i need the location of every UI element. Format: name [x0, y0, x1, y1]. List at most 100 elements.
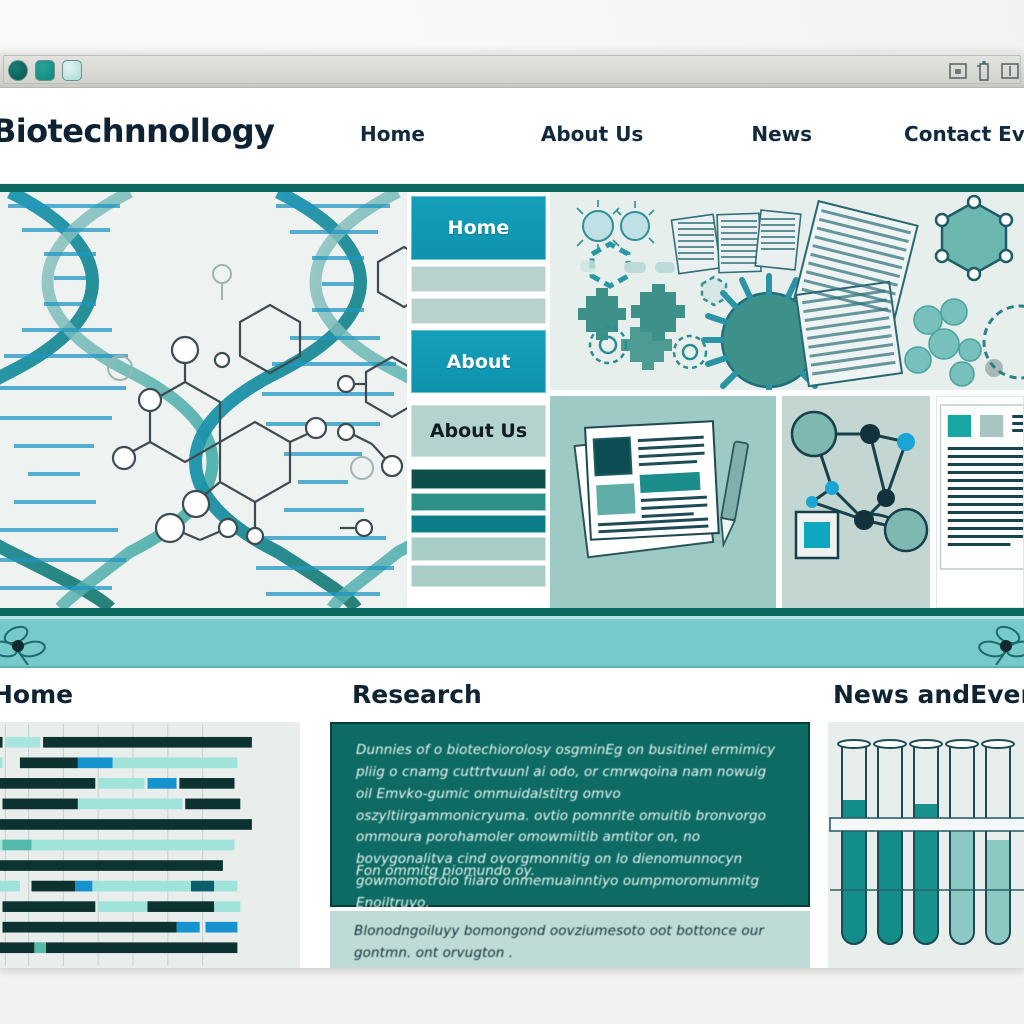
gantt-gel-bars-chart [0, 724, 252, 966]
site-header: Biotechnnollogy Home About Us News Conta… [0, 88, 1024, 184]
chart-bar-segment [176, 921, 200, 933]
chart-bar-segment [0, 880, 20, 892]
network-graph-tile [782, 396, 930, 608]
chart-bar-segment [98, 778, 145, 789]
hero-banner: Home About About Us [0, 184, 1024, 616]
hero-menu-about-button[interactable]: About [411, 330, 546, 393]
hero-menu-about-us-button[interactable]: About Us [411, 405, 546, 457]
hero-menu-bar-2 [411, 298, 546, 324]
chart-bar-segment [46, 942, 238, 954]
chart-bar-segment [0, 860, 223, 871]
research-dark-box: Dunnies of o biotechiorolosy osgminEg on… [330, 722, 810, 911]
chart-bar-segment [2, 921, 177, 933]
chart-bar-segment [0, 778, 96, 789]
chart-bar-segment [0, 757, 3, 769]
chart-bar-segment [0, 942, 35, 954]
network-graph-icon [790, 410, 929, 560]
hero-menu-home-button[interactable]: Home [411, 196, 546, 260]
dna-double-helix-icon [0, 192, 407, 608]
chart-bar-segment [2, 839, 32, 851]
molecule-icon-left [0, 625, 46, 665]
titlebar-inner [3, 55, 1021, 84]
hero-menu-bar-3 [411, 469, 546, 489]
chart-bar-segment [0, 819, 252, 830]
window-button-maximize[interactable] [62, 60, 82, 81]
info-icon[interactable] [977, 60, 991, 82]
window-button-minimize[interactable] [35, 60, 55, 81]
chart-bar-segment [31, 839, 235, 851]
hero-menu-bar-6 [411, 537, 546, 561]
nav-item-contact[interactable]: Contact EveS [904, 122, 1024, 146]
research-panel: Dunnies of o biotechiorolosy osgminEg on… [328, 722, 812, 968]
research-paragraph-1: Dunnies of o biotechiorolosy osgminEg on… [356, 742, 776, 912]
news-tubes-panel [828, 722, 1024, 968]
hero-menu-bar-4 [411, 493, 546, 511]
hero-inner: Home About About Us [0, 192, 1024, 608]
chart-bar-segment [179, 778, 235, 789]
microscopy-specimens-panel [550, 192, 1024, 390]
chart-bar-segment [0, 839, 3, 851]
window-controls [8, 60, 82, 81]
window-button-close[interactable] [8, 60, 28, 81]
chart-bar-segment [75, 880, 93, 892]
chart-bar-segment [77, 798, 183, 810]
chart-bar-segment [112, 757, 238, 769]
chart-bar-segment [92, 880, 191, 892]
hero-mosaic-bottom [550, 390, 1024, 608]
section-divider [0, 616, 1024, 668]
home-chart-panel [0, 722, 300, 968]
chart-bar-segment [98, 901, 148, 912]
chart-bar-segment [2, 901, 96, 912]
test-tube [945, 739, 979, 945]
test-tube-rack-icon [829, 739, 1024, 945]
test-tube [909, 739, 943, 945]
browser-window: Biotechnnollogy Home About Us News Conta… [0, 52, 1024, 968]
chart-bar-segment [2, 798, 78, 810]
column-title-research: Research [352, 680, 482, 709]
titlebar-toolbar [948, 60, 1020, 82]
hero-mosaic [550, 192, 1024, 608]
nav-item-news[interactable]: News [751, 122, 812, 146]
nav-item-home[interactable]: Home [360, 122, 425, 146]
chart-bar-segment [77, 757, 113, 769]
chart-bar-segment [34, 942, 46, 954]
panel-icon[interactable] [1000, 61, 1020, 81]
content-columns: Home Research News andEvents Dunnies of … [0, 668, 1024, 968]
document-page-icon [939, 404, 1023, 570]
chart-bar-segment [147, 778, 177, 789]
screenshot-root: Biotechnnollogy Home About Us News Conta… [0, 0, 1024, 1024]
hero-menu-column: Home About About Us [407, 192, 550, 608]
research-papers-tile [550, 396, 776, 608]
hero-menu-bar-1 [411, 266, 546, 292]
research-light-box: Blonodngoiluyy bomongond oovziumesoto oo… [330, 911, 810, 968]
hero-menu-bar-5 [411, 515, 546, 533]
window-titlebar[interactable] [0, 52, 1024, 88]
document-page-tile [936, 396, 1024, 608]
chart-bar-segment [191, 880, 215, 892]
dna-illustration-panel [0, 192, 407, 608]
column-title-news: News andEvents [833, 680, 1024, 709]
research-paragraph-3: Blonodngoiluyy bomongond oovziumesoto oo… [354, 923, 765, 961]
papers-with-pen-icon [573, 420, 749, 559]
chart-bar-segment [185, 798, 241, 810]
test-tube [837, 739, 871, 945]
molecule-icon-right [978, 625, 1024, 665]
chart-bar-segment [19, 757, 78, 769]
chart-bar-segment [5, 736, 41, 748]
chart-bar-segment [0, 736, 3, 748]
specimens-icon [576, 194, 1024, 390]
main-navigation: Home About Us News Contact EveS [360, 122, 1024, 146]
chart-bar-segment [43, 736, 252, 748]
chart-bar-segment [214, 880, 238, 892]
site-logo-text[interactable]: Biotechnnollogy [0, 112, 275, 150]
chart-bar-segment [147, 901, 215, 912]
hero-menu-bar-7 [411, 565, 546, 587]
chart-bar-segment [205, 921, 238, 933]
test-tube [873, 739, 907, 945]
research-paragraph-2: Fon ommitg piomundo oy. [356, 863, 536, 879]
monitor-icon[interactable] [948, 61, 968, 81]
nav-item-about-us[interactable]: About Us [541, 122, 643, 146]
chart-bar-segment [214, 901, 241, 912]
column-title-home: Home [0, 680, 74, 709]
chart-bar-segment [31, 880, 75, 892]
